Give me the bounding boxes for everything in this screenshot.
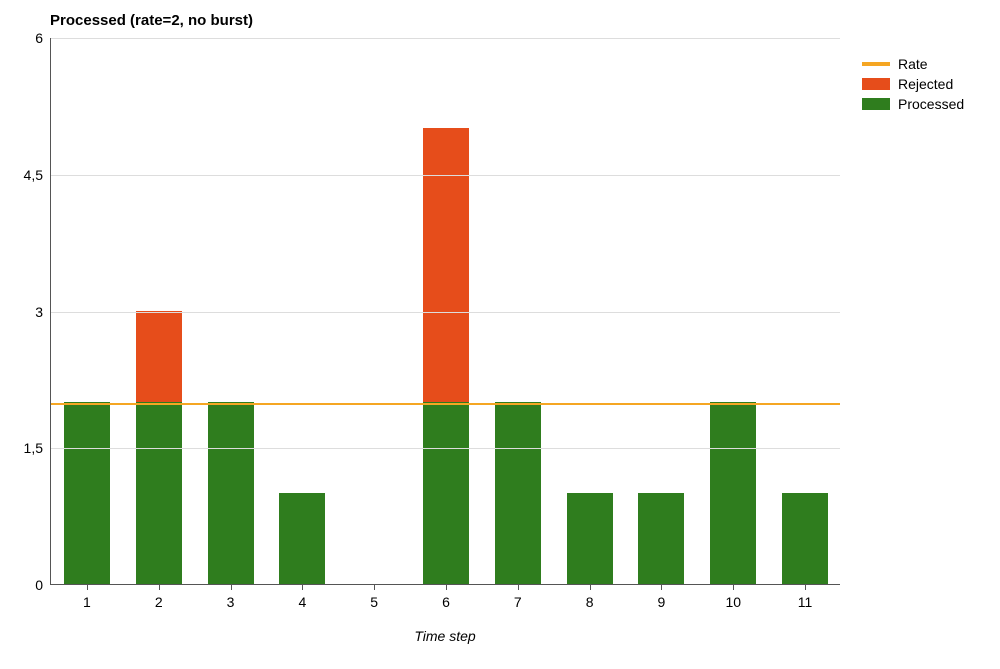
x-tick-label: 9 [658,594,666,610]
bar-processed [279,493,325,584]
y-tick-label: 6 [35,30,43,46]
bar-group [64,402,110,584]
bar-processed [136,402,182,584]
bar-group [567,493,613,584]
y-tick-label: 1,5 [24,440,43,456]
bar-group [495,402,541,584]
x-tick-label: 3 [227,594,235,610]
bar-processed [64,402,110,584]
bar-group [638,493,684,584]
gridline [51,38,840,39]
legend-item-rejected: Rejected [862,76,964,92]
bar-rejected [136,311,182,402]
plot-area: 01,534,561234567891011 [50,38,840,585]
legend-swatch-rate [862,62,890,66]
bar-group [136,311,182,584]
bar-group [208,402,254,584]
x-tick [590,584,591,590]
bar-group [782,493,828,584]
legend-label-rate: Rate [898,56,928,72]
x-tick-label: 1 [83,594,91,610]
x-tick [159,584,160,590]
x-tick [231,584,232,590]
x-tick [446,584,447,590]
bar-processed [495,402,541,584]
x-tick-label: 8 [586,594,594,610]
x-tick-label: 7 [514,594,522,610]
chart-title: Processed (rate=2, no burst) [50,12,253,29]
gridline [51,448,840,449]
bar-group [279,493,325,584]
y-tick-label: 3 [35,304,43,320]
bar-processed [423,402,469,584]
legend-item-rate: Rate [862,56,964,72]
bar-group [423,128,469,584]
x-tick-label: 6 [442,594,450,610]
x-tick-label: 10 [725,594,741,610]
y-tick-label: 0 [35,577,43,593]
legend: Rate Rejected Processed [862,56,964,116]
x-tick-label: 4 [298,594,306,610]
x-tick [302,584,303,590]
x-tick-label: 11 [798,594,813,610]
legend-swatch-rejected [862,78,890,90]
x-tick [805,584,806,590]
legend-item-processed: Processed [862,96,964,112]
x-tick-label: 2 [155,594,163,610]
bar-processed [782,493,828,584]
x-tick [374,584,375,590]
chart-container: Processed (rate=2, no burst) 01,534,5612… [0,0,1000,669]
bar-processed [567,493,613,584]
x-tick [87,584,88,590]
bar-processed [208,402,254,584]
rate-line [51,403,840,405]
bar-group [710,402,756,584]
bar-processed [710,402,756,584]
gridline [51,175,840,176]
x-axis-label: Time step [50,628,840,644]
bar-processed [638,493,684,584]
bar-rejected [423,128,469,402]
x-tick [661,584,662,590]
y-tick-label: 4,5 [24,167,43,183]
legend-label-processed: Processed [898,96,964,112]
gridline [51,312,840,313]
x-tick [518,584,519,590]
x-tick [733,584,734,590]
legend-swatch-processed [862,98,890,110]
x-tick-label: 5 [370,594,378,610]
legend-label-rejected: Rejected [898,76,953,92]
